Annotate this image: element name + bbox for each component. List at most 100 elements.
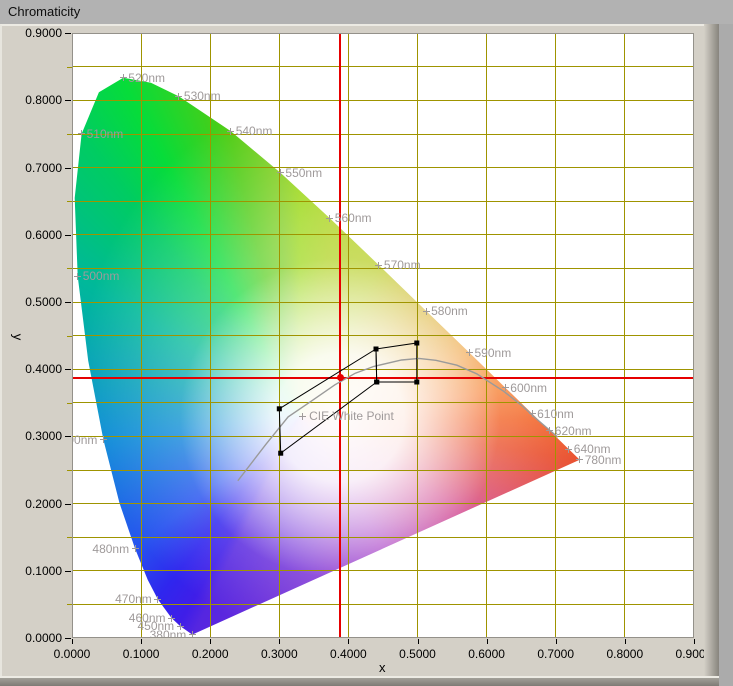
wavelength-point-marker (175, 93, 182, 100)
y-axis-minor-tick (67, 470, 72, 471)
bin-quadrilateral (279, 349, 376, 453)
cie-white-point-marker (299, 413, 306, 420)
x-axis-tick-label: 0.7000 (526, 647, 586, 661)
wavelength-label: 570nm (384, 258, 421, 272)
chromaticity-window: Chromaticity 520nm 530nm 510nm 540nm 550nm 56… (0, 0, 733, 686)
window-title: Chromaticity (8, 4, 80, 19)
y-axis-tick-label: 0.8000 (6, 93, 62, 107)
wavelength-label: 480nm (89, 542, 129, 556)
wavelength-label: 510nm (87, 127, 124, 141)
wavelength-point-marker (502, 384, 509, 391)
y-axis-minor-tick (67, 201, 72, 202)
x-axis-tick (141, 639, 142, 644)
x-axis-tick (625, 639, 626, 644)
panel-right-margin (719, 24, 733, 686)
measured-point-dot (337, 374, 344, 381)
bin-vertex-marker (374, 380, 379, 385)
wavelength-label: 470nm (112, 592, 152, 606)
bin-vertex-marker (414, 341, 419, 346)
wavelength-point-marker (120, 74, 127, 81)
bin-vertex-marker (277, 406, 282, 411)
wavelength-point-marker (529, 410, 536, 417)
y-axis-minor-tick (67, 537, 72, 538)
x-axis-tick-label: 0.8000 (595, 647, 655, 661)
y-axis-tick-label: 0.6000 (6, 228, 62, 242)
wavelength-label: 560nm (335, 211, 372, 225)
y-axis-tick-label: 0.5000 (6, 295, 62, 309)
wavelength-point-marker (100, 436, 107, 443)
wavelength-label: 530nm (184, 89, 221, 103)
x-axis-tick (348, 639, 349, 644)
y-axis-title: y (10, 334, 24, 341)
bin-vertex-marker (414, 380, 419, 385)
wavelength-point-marker (576, 456, 583, 463)
x-axis-tick (556, 639, 557, 644)
wavelength-point-marker (277, 169, 284, 176)
wavelength-point-marker (326, 215, 333, 222)
y-axis-tick (65, 33, 71, 34)
wavelength-label: 780nm (585, 453, 622, 467)
y-axis-tick (65, 369, 71, 370)
panel-right-bevel (704, 24, 719, 686)
x-axis-tick-label: 0.1000 (111, 647, 171, 661)
y-axis-tick-label: 0.7000 (6, 161, 62, 175)
x-axis-tick (72, 639, 73, 644)
wavelength-point-marker (132, 545, 139, 552)
planckian-locus-curve (238, 358, 558, 480)
y-axis-tick-label: 0.4000 (6, 362, 62, 376)
y-axis-minor-tick (67, 67, 72, 68)
bin-vertex-marker (278, 451, 283, 456)
wavelength-label: 590nm (475, 346, 512, 360)
wavelength-point-marker (565, 446, 572, 453)
wavelength-point-marker (74, 273, 81, 280)
wavelength-label: 610nm (537, 407, 574, 421)
chromaticity-plot: 520nm 530nm 510nm 540nm 550nm 560nm 570nm 580nm… (72, 33, 694, 638)
y-axis-tick-label: 0.3000 (6, 429, 62, 443)
wavelength-point-marker (466, 349, 473, 356)
wavelength-label: 500nm (83, 269, 120, 283)
wavelength-label: 550nm (285, 166, 322, 180)
overlay-svg (72, 33, 694, 638)
y-axis-minor-tick (67, 336, 72, 337)
wavelength-label: 580nm (431, 304, 468, 318)
y-axis-tick (65, 235, 71, 236)
y-axis-tick-label: 0.0000 (6, 631, 62, 645)
cie-white-point-label: CIE White Point (309, 409, 394, 423)
x-axis-tick-label: 0.3000 (249, 647, 309, 661)
y-axis-tick-label: 0.9000 (6, 26, 62, 40)
wavelength-point-marker (78, 130, 85, 137)
x-axis-tick (279, 639, 280, 644)
y-axis-tick (65, 168, 71, 169)
x-axis-title: x (379, 661, 386, 675)
x-axis-tick (694, 639, 695, 644)
x-axis-tick-label: 0.6000 (457, 647, 517, 661)
y-axis-minor-tick (67, 134, 72, 135)
wavelength-point-marker (189, 631, 196, 638)
wavelength-point-marker (227, 128, 234, 135)
x-axis-tick-label: 0.4000 (318, 647, 378, 661)
panel-bottom-bevel (0, 678, 719, 686)
x-axis-tick (418, 639, 419, 644)
wavelength-point-marker (154, 596, 161, 603)
bin-quadrilateral (376, 343, 417, 382)
x-axis-tick (487, 639, 488, 644)
bin-vertex-marker (374, 347, 379, 352)
y-axis-tick (65, 436, 71, 437)
wavelength-label: 540nm (236, 124, 273, 138)
wavelength-label: 520nm (128, 71, 165, 85)
wavelength-point-marker (546, 427, 553, 434)
y-axis-tick (65, 504, 71, 505)
wavelength-point-marker (375, 262, 382, 269)
wavelength-label: 490nm (72, 433, 97, 447)
y-axis-tick (65, 571, 71, 572)
y-axis-tick (65, 638, 71, 639)
titlebar: Chromaticity (0, 0, 733, 24)
wavelength-label: 620nm (555, 424, 592, 438)
wavelength-label: 380nm (146, 628, 186, 638)
x-axis-tick-label: 0.2000 (180, 647, 240, 661)
x-axis-tick (210, 639, 211, 644)
wavelength-point-marker (423, 308, 430, 315)
y-axis-tick (65, 302, 71, 303)
y-axis-minor-tick (67, 403, 72, 404)
wavelength-label: 600nm (510, 381, 547, 395)
